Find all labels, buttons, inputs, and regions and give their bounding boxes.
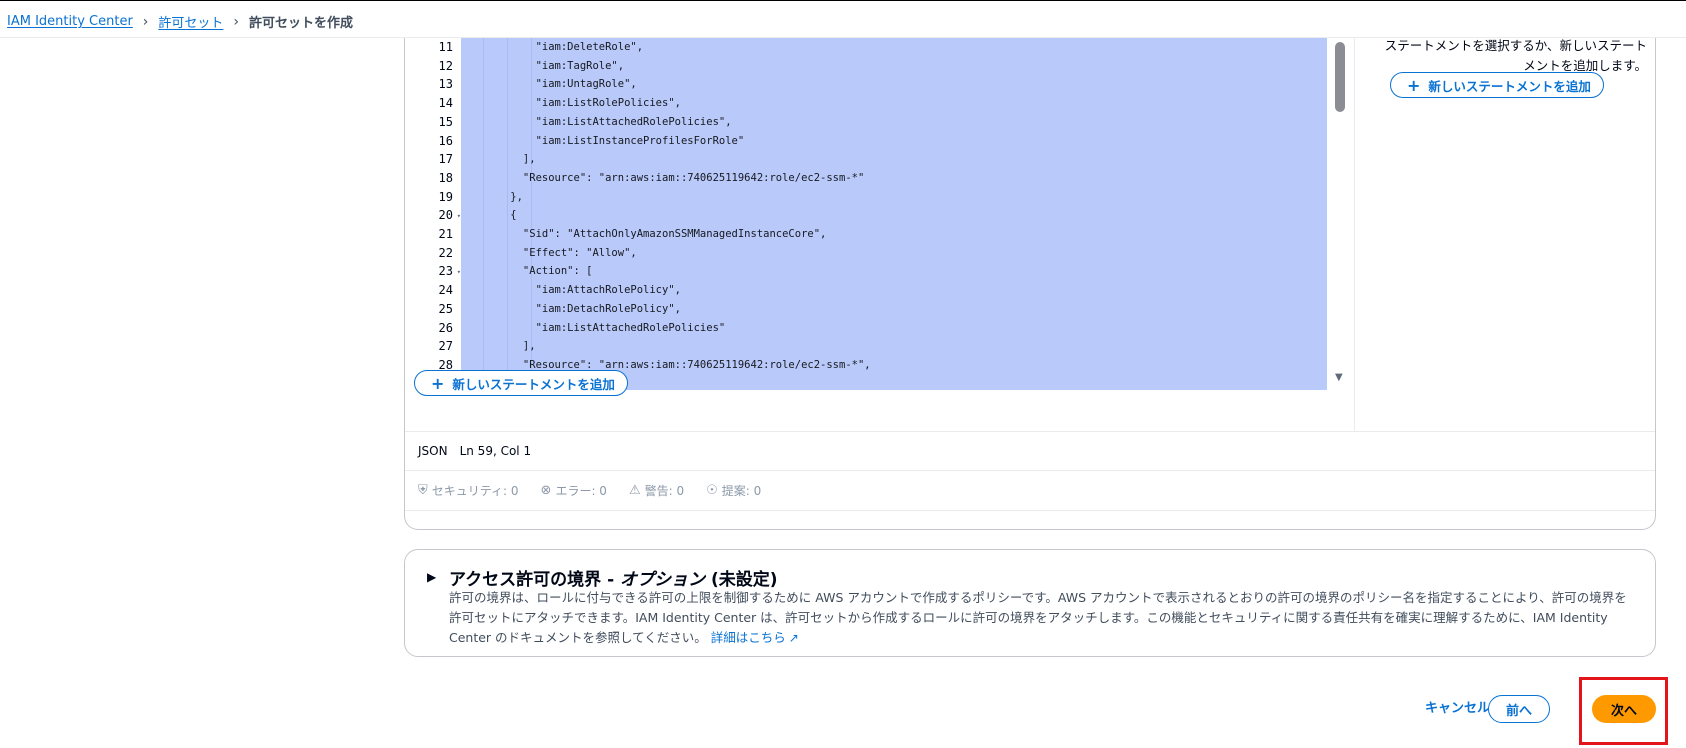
code-line[interactable]: "iam:DetachRolePolicy", (485, 300, 681, 319)
previous-button[interactable]: 前へ (1488, 695, 1550, 723)
code-editor[interactable]: 11121314151617181920▾212223▾242526272829… (405, 38, 1353, 391)
caret-right-icon[interactable]: ▶ (427, 570, 436, 584)
line-number: 22 (438, 245, 453, 260)
boundary-title-main: アクセス許可の境界 - (449, 570, 621, 590)
side-add-statement-label: 新しいステートメントを追加 (1428, 78, 1591, 94)
line-number: 11 (438, 40, 453, 54)
code-line[interactable]: "iam:DeleteRole", (485, 38, 643, 57)
suggestion-findings[interactable]: ☉ 提案: 0 (706, 482, 761, 499)
add-statement-button[interactable]: + 新しいステートメントを追加 (414, 370, 628, 396)
editor-status-bar: JSON Ln 59, Col 1 (405, 431, 1655, 471)
boundary-description-text: 許可の境界は、ロールに付与できる許可の上限を制御するために AWS アカウントで… (449, 590, 1627, 645)
line-number: 19 (438, 189, 453, 204)
suggestion-count: 提案: 0 (721, 484, 762, 498)
breadcrumb-current: 許可セットを作成 (249, 16, 354, 31)
line-number: 24 (438, 283, 453, 298)
error-findings[interactable]: ⊗ エラー: 0 (541, 482, 607, 499)
code-line[interactable]: "iam:ListAttachedRolePolicies" (485, 319, 726, 338)
code-line[interactable]: ], (485, 337, 536, 356)
line-number: 25 (438, 301, 453, 316)
warning-icon: ⚠ (628, 483, 641, 498)
code-line[interactable]: "Sid": "AttachOnlyAmazonSSMManagedInstan… (485, 225, 826, 244)
line-number: 18 (438, 170, 453, 185)
line-number: 16 (438, 133, 453, 148)
annotation-highlight-box (1579, 677, 1668, 745)
side-add-statement-button[interactable]: + 新しいステートメントを追加 (1390, 72, 1604, 98)
scroll-down-icon[interactable]: ▼ (1335, 372, 1343, 383)
line-number: 27 (438, 339, 453, 354)
learn-more-link[interactable]: 詳細はこちら (711, 630, 786, 645)
breadcrumb-iam-identity-center[interactable]: IAM Identity Center (7, 14, 133, 29)
editor-scrollbar-thumb[interactable] (1335, 42, 1345, 112)
code-line[interactable]: "iam:ListAttachedRolePolicies", (485, 113, 732, 132)
code-line[interactable]: "iam:ListInstanceProfilesForRole" (485, 132, 745, 151)
line-number: 20 (438, 208, 453, 223)
cursor-position: Ln 59, Col 1 (459, 444, 532, 458)
permissions-boundary-description: 許可の境界は、ロールに付与できる許可の上限を制御するために AWS アカウントで… (449, 588, 1639, 648)
code-line[interactable]: { (485, 206, 516, 225)
permissions-boundary-header[interactable]: アクセス許可の境界 - オプション (未設定) (449, 565, 778, 590)
line-number: 21 (438, 227, 453, 241)
code-line[interactable]: "Action": [ (485, 262, 593, 281)
warning-count: 警告: 0 (644, 484, 685, 498)
code-line[interactable]: "iam:UntagRole", (485, 75, 637, 94)
boundary-title-status: (未設定) (705, 570, 778, 590)
indent-guide (483, 38, 484, 390)
code-content[interactable]: "iam:DeleteRole", "iam:TagRole", "iam:Un… (461, 38, 1327, 390)
line-number: 15 (438, 114, 453, 129)
cancel-button[interactable]: キャンセル (1425, 697, 1490, 716)
line-number: 23 (438, 264, 453, 279)
plus-icon: + (431, 373, 445, 393)
side-panel-description: ステートメントを選択するか、新しいステートメントを追加します。 (1384, 38, 1647, 73)
code-line[interactable]: "iam:AttachRolePolicy", (485, 281, 681, 300)
code-line[interactable]: }, (485, 188, 523, 207)
line-number: 26 (438, 320, 453, 335)
line-number-gutter: 11121314151617181920▾212223▾242526272829… (405, 38, 461, 391)
validation-summary: ⛨ セキュリティ: 0 ⊗ エラー: 0 ⚠ 警告: 0 ☉ 提案: 0 (405, 471, 1655, 511)
permissions-boundary-section: ▶ アクセス許可の境界 - オプション (未設定) 許可の境界は、ロールに付与で… (404, 549, 1656, 657)
security-findings[interactable]: ⛨ セキュリティ: 0 (418, 482, 519, 499)
external-link-icon: ↗ (788, 631, 799, 645)
line-number: 12 (438, 58, 453, 73)
add-statement-label: 新しいステートメントを追加 (452, 376, 615, 392)
language-mode: JSON (418, 444, 448, 458)
code-line[interactable]: ], (485, 150, 536, 169)
breadcrumb-permission-sets[interactable]: 許可セット (158, 12, 223, 31)
plus-icon: + (1407, 75, 1421, 95)
chevron-right-icon: › (233, 13, 240, 30)
code-line[interactable]: "iam:ListRolePolicies", (485, 94, 681, 113)
line-number: 17 (438, 152, 453, 167)
statement-side-panel: ステートメントを選択するか、新しいステートメントを追加します。 + 新しいステー… (1354, 38, 1655, 431)
breadcrumb: IAM Identity Center › 許可セット › 許可セットを作成 (7, 12, 354, 32)
error-count: エラー: 0 (555, 484, 607, 498)
lightbulb-icon: ☉ (706, 483, 718, 498)
error-icon: ⊗ (540, 483, 552, 498)
shield-icon: ⛨ (418, 483, 428, 498)
warning-findings[interactable]: ⚠ 警告: 0 (629, 482, 684, 499)
security-count: セキュリティ: 0 (431, 484, 519, 498)
code-line[interactable]: "Resource": "arn:aws:iam::740625119642:r… (485, 169, 864, 188)
line-number: 13 (438, 77, 453, 92)
boundary-title-optional: オプション (620, 570, 706, 590)
code-line[interactable]: "iam:TagRole", (485, 57, 625, 76)
top-bar: IAM Identity Center › 許可セット › 許可セットを作成 (0, 0, 1686, 38)
chevron-right-icon: › (142, 13, 149, 30)
line-number: 14 (438, 96, 453, 111)
code-line[interactable]: "Effect": "Allow", (485, 244, 637, 263)
policy-editor: 11121314151617181920▾212223▾242526272829… (404, 38, 1656, 530)
